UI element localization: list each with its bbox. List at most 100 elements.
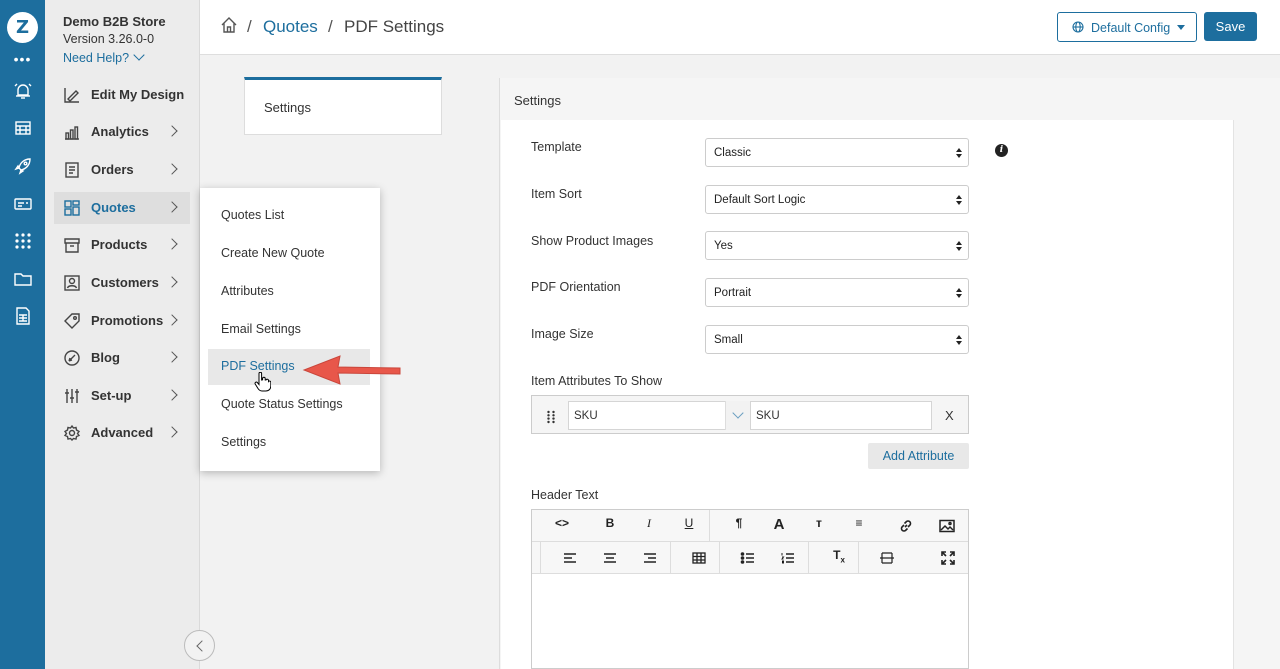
item-sort-label: Item Sort <box>531 187 582 201</box>
item-sort-select[interactable]: Default Sort Logic <box>705 185 969 214</box>
paragraph-icon[interactable]: ¶ <box>728 516 750 536</box>
chevron-right-icon <box>166 276 178 288</box>
chevron-down-icon[interactable] <box>725 401 750 430</box>
horizontal-rule-icon[interactable] <box>877 548 897 568</box>
toolbar-divider <box>540 542 541 574</box>
need-help-link[interactable]: Need Help? <box>63 49 145 65</box>
submenu-item-email-settings[interactable]: Email Settings <box>208 312 370 348</box>
submenu-item-label: Settings <box>221 435 267 449</box>
submenu-item-attributes[interactable]: Attributes <box>208 274 370 310</box>
item-attributes-label: Item Attributes To Show <box>531 374 663 388</box>
bullet-list-icon[interactable] <box>738 548 758 568</box>
image-size-select[interactable]: Small <box>705 325 969 354</box>
card-icon[interactable] <box>13 194 33 214</box>
submenu-item-label: Email Settings <box>221 322 301 336</box>
align-left-icon[interactable] <box>560 548 580 568</box>
sidebar-item-customers[interactable]: Customers <box>54 267 190 299</box>
select-arrows-icon <box>956 241 962 251</box>
clear-format-icon[interactable]: Tx <box>829 548 849 568</box>
insert-image-icon[interactable] <box>936 516 958 536</box>
select-value: Yes <box>714 240 733 252</box>
drag-handle-icon[interactable] <box>546 410 556 424</box>
attribute-label-input[interactable]: SKU <box>750 401 932 430</box>
analytics-icon <box>63 123 81 141</box>
chevron-right-icon <box>166 201 178 213</box>
chevron-right-icon <box>166 351 178 363</box>
sidebar-item-orders[interactable]: Orders <box>54 154 190 186</box>
promotions-icon <box>63 312 81 330</box>
advanced-gear-icon <box>63 424 81 442</box>
store-icon[interactable] <box>13 118 33 138</box>
numbered-list-icon[interactable] <box>778 548 798 568</box>
chevron-right-icon <box>166 426 178 438</box>
sidebar-item-analytics[interactable]: Analytics <box>54 116 190 148</box>
caret-down-icon <box>1177 25 1185 30</box>
submenu-item-label: PDF Settings <box>221 359 295 373</box>
sidebar-item-edit-my-design[interactable]: Edit My Design <box>54 79 190 111</box>
fullscreen-icon[interactable] <box>938 548 958 568</box>
sidebar-item-advanced[interactable]: Advanced <box>54 417 190 449</box>
sidebar-item-label: Customers <box>91 275 159 290</box>
alarm-icon[interactable] <box>13 81 33 101</box>
submenu-item-quote-status-settings[interactable]: Quote Status Settings <box>208 387 370 423</box>
add-attribute-button[interactable]: Add Attribute <box>868 443 969 469</box>
sidebar-item-quotes[interactable]: Quotes <box>54 192 190 224</box>
show-product-images-select[interactable]: Yes <box>705 231 969 260</box>
breadcrumb-separator: / <box>247 17 252 36</box>
info-icon[interactable]: i <box>995 144 1008 157</box>
sidebar-item-label: Advanced <box>91 425 154 440</box>
home-icon[interactable] <box>220 16 238 34</box>
more-dots-icon[interactable]: ••• <box>0 52 45 66</box>
text-color-icon[interactable]: A <box>768 516 790 536</box>
apps-grid-icon[interactable] <box>13 231 33 251</box>
breadcrumb-quotes-link[interactable]: Quotes <box>263 17 318 37</box>
pdf-orientation-label: PDF Orientation <box>531 280 621 294</box>
save-button[interactable]: Save <box>1204 12 1257 41</box>
template-select[interactable]: Classic <box>705 138 969 167</box>
submenu-item-settings[interactable]: Settings <box>208 425 370 461</box>
sidebar-item-blog[interactable]: Blog <box>54 342 190 374</box>
italic-icon[interactable]: I <box>639 516 659 536</box>
align-center-icon[interactable] <box>600 548 620 568</box>
chevron-right-icon <box>166 125 178 137</box>
collapse-sidebar-button[interactable] <box>184 630 215 661</box>
image-size-label: Image Size <box>531 327 594 341</box>
link-icon[interactable] <box>895 516 917 536</box>
bold-icon[interactable]: B <box>600 516 620 536</box>
font-size-icon[interactable]: т <box>808 516 830 536</box>
chevron-down-icon <box>133 49 145 61</box>
quotes-submenu: Quotes List Create New Quote Attributes … <box>200 188 380 471</box>
sidebar-item-label: Edit My Design <box>91 87 185 102</box>
pdf-orientation-select[interactable]: Portrait <box>705 278 969 307</box>
sidebar-item-promotions[interactable]: Promotions <box>54 305 190 337</box>
sidebar: Demo B2B Store Version 3.26.0-0 Need Hel… <box>45 0 200 669</box>
chevron-right-icon <box>166 163 178 175</box>
table-icon[interactable] <box>689 548 709 568</box>
submenu-item-create-new-quote[interactable]: Create New Quote <box>208 236 370 272</box>
toolbar-divider <box>719 542 720 574</box>
code-view-icon[interactable]: <> <box>552 516 572 536</box>
rocket-icon[interactable] <box>13 156 33 176</box>
config-dropdown[interactable]: Default Config <box>1057 12 1197 42</box>
editor-toolbar-row: <> B I U ¶ A т ≡ <box>532 510 968 542</box>
align-right-icon[interactable] <box>640 548 660 568</box>
sidebar-item-setup[interactable]: Set-up <box>54 380 190 412</box>
spreadsheet-icon[interactable] <box>13 306 33 326</box>
line-height-icon[interactable]: ≡ <box>848 516 870 536</box>
products-icon <box>63 236 81 254</box>
store-version: Version 3.26.0-0 <box>63 32 155 46</box>
underline-icon[interactable]: U <box>679 516 699 536</box>
sidebar-item-products[interactable]: Products <box>54 229 190 261</box>
globe-icon <box>1072 21 1084 33</box>
folder-icon[interactable] <box>13 269 33 289</box>
tab-settings[interactable]: Settings <box>244 77 442 135</box>
chevron-right-icon <box>166 389 178 401</box>
submenu-item-quotes-list[interactable]: Quotes List <box>208 198 370 234</box>
sidebar-item-label: Promotions <box>91 313 164 328</box>
toolbar-divider <box>709 510 710 542</box>
remove-attribute-button[interactable]: X <box>945 408 954 423</box>
app-logo[interactable]: Z <box>7 12 38 43</box>
store-name: Demo B2B Store <box>63 14 166 29</box>
attribute-select[interactable]: SKU <box>568 401 750 430</box>
header: / Quotes / PDF Settings Default Config S… <box>200 0 1280 55</box>
